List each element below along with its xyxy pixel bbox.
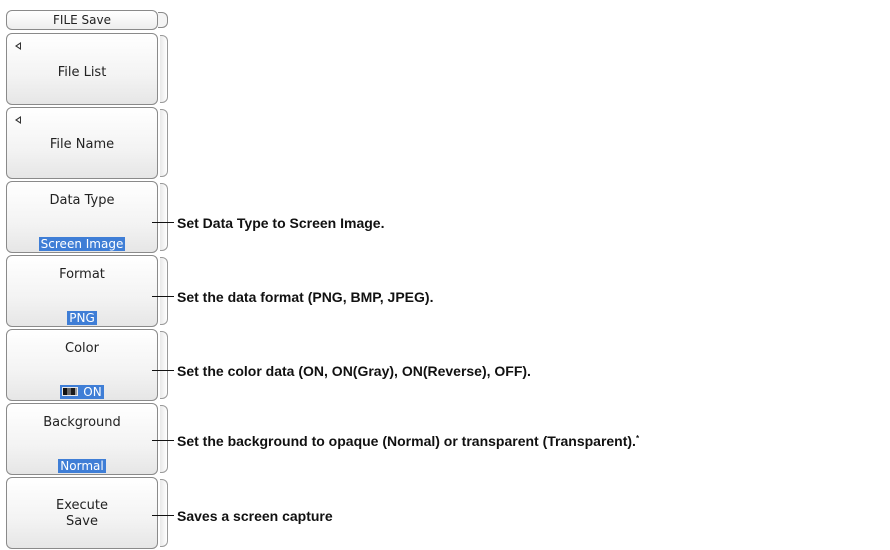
format-callout-line: [152, 296, 174, 297]
data-type-callout-line: [152, 222, 174, 223]
data-type-label: Data Type: [49, 193, 115, 208]
execute-side-rail: [160, 479, 168, 547]
data-type-value: Screen Image: [7, 233, 157, 252]
file-list-label: File List: [57, 65, 107, 80]
file-name-softkey[interactable]: File Name: [6, 107, 158, 179]
background-label: Background: [43, 415, 121, 430]
color-side-rail: [160, 331, 168, 399]
background-value: Normal: [7, 455, 157, 474]
background-callout-line: [152, 440, 174, 441]
background-callout: Set the background to opaque (Normal) or…: [177, 433, 639, 449]
color-value-chip: ON: [60, 384, 104, 399]
color-value: ON: [7, 381, 157, 400]
background-softkey[interactable]: Background Normal: [6, 403, 158, 475]
format-value: PNG: [7, 307, 157, 326]
execute-callout-line: [152, 515, 174, 516]
execute-save-softkey[interactable]: Execute Save: [6, 477, 158, 549]
format-side-rail: [160, 257, 168, 325]
file-name-label: File Name: [49, 137, 115, 152]
color-callout: Set the color data (ON, ON(Gray), ON(Rev…: [177, 363, 531, 379]
execute-label-line2: Save: [66, 514, 98, 529]
color-value-text: ON: [83, 384, 102, 399]
file-list-side-rail: [160, 35, 168, 103]
color-label: Color: [65, 341, 99, 356]
format-callout: Set the data format (PNG, BMP, JPEG).: [177, 289, 434, 305]
menu-title: FILE Save: [6, 10, 158, 30]
menu-title-tab: [158, 12, 168, 28]
submenu-arrow-icon: [15, 42, 21, 50]
color-callout-line: [152, 370, 174, 371]
file-name-side-rail: [160, 109, 168, 177]
file-list-softkey[interactable]: File List: [6, 33, 158, 105]
submenu-arrow-icon: [15, 116, 21, 124]
data-type-side-rail: [160, 183, 168, 251]
execute-callout: Saves a screen capture: [177, 508, 333, 524]
background-side-rail: [160, 405, 168, 473]
background-value-chip: Normal: [58, 459, 106, 473]
background-callout-text: Set the background to opaque (Normal) or…: [177, 433, 636, 449]
color-softkey[interactable]: Color ON: [6, 329, 158, 401]
data-type-softkey[interactable]: Data Type Screen Image: [6, 181, 158, 253]
data-type-value-chip: Screen Image: [38, 237, 126, 251]
execute-label-line1: Execute: [56, 498, 108, 513]
background-callout-note: *: [635, 434, 640, 443]
format-value-chip: PNG: [67, 311, 97, 325]
data-type-callout: Set Data Type to Screen Image.: [177, 215, 385, 231]
format-softkey[interactable]: Format PNG: [6, 255, 158, 327]
color-palette-icon: [62, 387, 79, 396]
format-label: Format: [59, 267, 105, 282]
